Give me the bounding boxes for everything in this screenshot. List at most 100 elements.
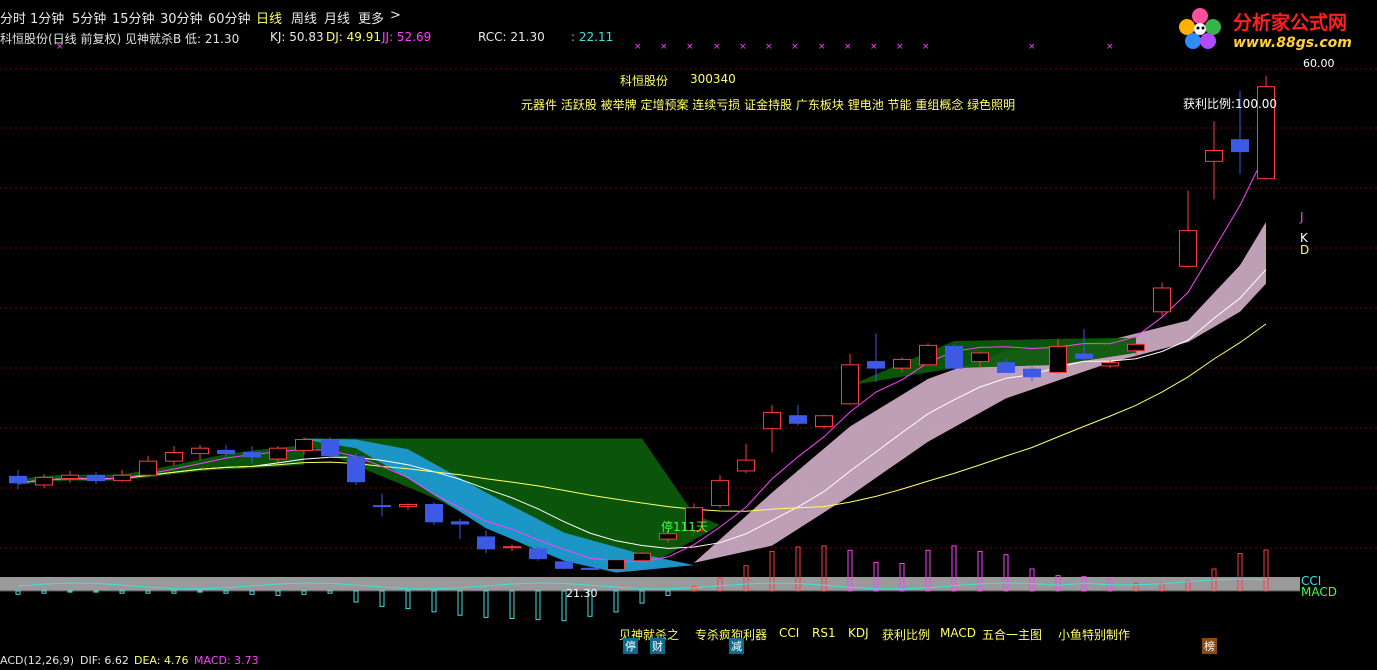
timeframe-tab-0[interactable]: 分时	[0, 8, 26, 27]
more-arrow-icon[interactable]: >	[390, 8, 401, 23]
low-price-label: 21.30	[566, 587, 598, 600]
candle-body-33	[867, 361, 885, 369]
timeframe-tab-6[interactable]: 日线	[256, 8, 282, 27]
indicator-tab-5[interactable]: 获利比例	[882, 626, 930, 643]
macd-bar-12	[327, 590, 333, 594]
macd-bar-7	[197, 590, 203, 593]
candle-body-42	[1101, 362, 1119, 367]
indicator-tab-7[interactable]: 五合一主图	[982, 626, 1042, 643]
high-price-label: 60.00	[1303, 57, 1335, 70]
timeframe-tab-9[interactable]: 更多	[358, 8, 384, 27]
indicator-tab-8[interactable]: 小鱼特别制作	[1058, 626, 1130, 643]
j-line-label: J	[1300, 210, 1304, 224]
candle-body-37	[971, 352, 989, 363]
macd-bar-15	[405, 590, 411, 610]
macd-bar-24	[639, 590, 645, 604]
stock-name: 科恒股份	[620, 74, 669, 88]
indicator-tabs: 见神就杀之 专杀疯狗利器 CCI RS1 KDJ 获利比例 MACD 五合一主图 小鱼特别制作	[0, 624, 1377, 644]
chart-title: 科恒股份(日线 前复权) 见神就杀B 低: 21.30	[0, 32, 240, 46]
macd-bar-19	[509, 590, 515, 619]
candle-body-7	[191, 447, 209, 455]
candle-body-36	[945, 345, 963, 369]
candle-body-19	[503, 546, 521, 549]
kj-value: KJ: 50.83	[270, 30, 324, 44]
candle-body-0	[9, 475, 27, 484]
candle-body-34	[893, 358, 911, 369]
macd-name: ACD(12,26,9)	[0, 654, 75, 667]
dif-value: DIF: 6.62	[80, 654, 129, 667]
macd-bar-11	[301, 590, 307, 595]
candle-body-1	[35, 476, 53, 486]
signal-bang: 榜	[1202, 638, 1217, 654]
candle-body-5	[139, 460, 157, 476]
stop-days-label: 停111天	[661, 520, 708, 534]
concept-tags: 元器件 活跃股 被举牌 定增预案 连续亏损 证金持股 广东板块 锂电池 节能 重…	[521, 98, 1016, 112]
macd-bar-18	[483, 590, 489, 618]
candle-body-23	[607, 559, 625, 570]
candle-body-22	[581, 567, 599, 570]
candle-body-6	[165, 452, 183, 462]
signal-cai: 财	[650, 638, 665, 654]
candle-body-46	[1205, 150, 1223, 162]
macd-bar-8	[223, 590, 229, 594]
candle-body-4	[113, 474, 131, 482]
signal-ting: 停	[623, 638, 638, 654]
candle-body-20	[529, 548, 547, 560]
macd-bar-25	[665, 590, 671, 596]
timeframe-tab-2[interactable]: 5分钟	[72, 8, 106, 27]
timeframe-tab-8[interactable]: 月线	[324, 8, 350, 27]
candle-body-24	[633, 552, 651, 562]
macd-bar-2	[67, 590, 73, 593]
candle-body-31	[815, 415, 833, 428]
timeframe-tab-4[interactable]: 30分钟	[160, 8, 203, 27]
candle-body-30	[789, 415, 807, 424]
candle-body-12	[321, 439, 339, 457]
macd-bar-1	[41, 590, 47, 594]
macd-bar-3	[93, 590, 99, 593]
macd-bar-17	[457, 590, 463, 616]
candle-body-35	[919, 344, 937, 366]
candle-body-3	[87, 474, 105, 482]
candle-body-27	[711, 480, 729, 507]
candle-body-38	[997, 362, 1015, 373]
candle-body-29	[763, 411, 781, 430]
candle-body-41	[1075, 353, 1093, 359]
indicator-clouds	[18, 221, 1266, 573]
candle-body-9	[243, 452, 261, 458]
candle-body-43	[1127, 343, 1145, 352]
dea-value: DEA: 4.76	[134, 654, 189, 667]
macd-bar-0	[15, 590, 21, 595]
timeframe-toolbar: 分时 1分钟 5分钟 15分钟 30分钟 60分钟 日线 周线 月线 更多 >	[0, 0, 1377, 30]
indicator-tab-2[interactable]: CCI	[779, 626, 799, 640]
macd-bar-14	[379, 590, 385, 607]
timeframe-tab-3[interactable]: 15分钟	[112, 8, 155, 27]
candle-body-40	[1049, 345, 1067, 373]
indicator-tab-6[interactable]: MACD	[940, 626, 976, 640]
timeframe-tab-5[interactable]: 60分钟	[208, 8, 251, 27]
timeframe-tab-7[interactable]: 周线	[291, 8, 317, 27]
candle-body-10	[269, 447, 287, 460]
macd-label: MACD	[1301, 585, 1337, 599]
rcc-value: RCC: 21.30	[478, 30, 545, 44]
macd-bar-20	[535, 590, 541, 621]
candle-body-8	[217, 449, 235, 455]
profit-ratio: 获利比例:100.00	[1183, 97, 1278, 111]
candle-body-14	[373, 505, 391, 508]
candle-body-11	[295, 439, 313, 451]
indicator-tab-3[interactable]: RS1	[812, 626, 836, 640]
jj-value: JJ: 52.69	[382, 30, 432, 44]
candle-body-44	[1153, 287, 1171, 313]
indicator-tab-4[interactable]: KDJ	[848, 626, 869, 640]
candle-body-21	[555, 561, 573, 569]
macd-bar-10	[275, 590, 281, 596]
d-line-label: D	[1300, 243, 1310, 257]
candle-body-15	[399, 503, 417, 508]
candle-body-18	[477, 536, 495, 550]
candle-body-17	[451, 521, 469, 525]
dj-value: DJ: 49.91	[326, 30, 381, 44]
flower-logo-icon	[1179, 8, 1221, 49]
last-value: : 22.11	[571, 30, 614, 44]
timeframe-tab-1[interactable]: 1分钟	[30, 8, 64, 27]
candle-body-16	[425, 503, 443, 523]
macd-bar-16	[431, 590, 437, 613]
